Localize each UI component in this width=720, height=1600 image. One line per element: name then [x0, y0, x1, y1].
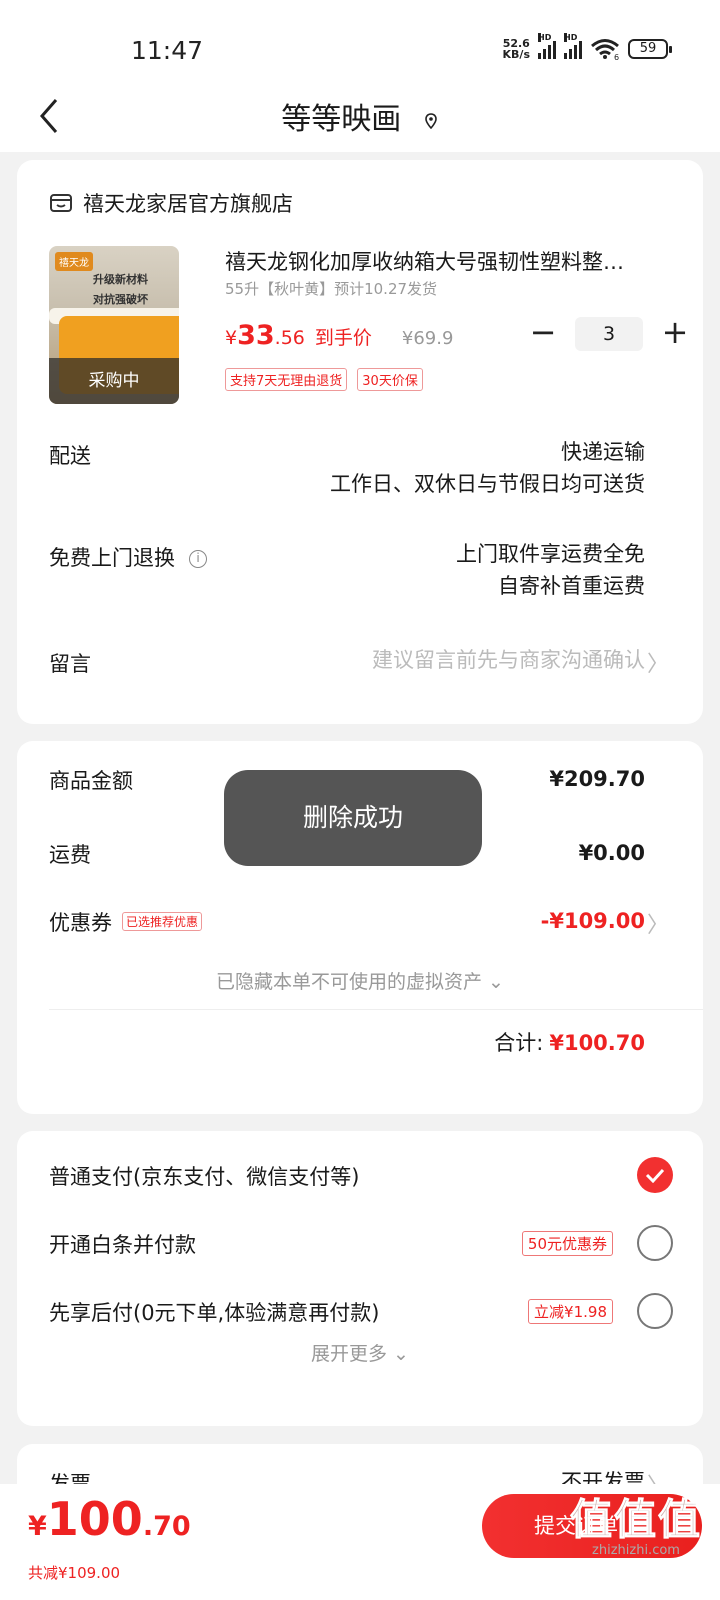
payment-option-normal[interactable]: 普通支付(京东支付、微信支付等) — [49, 1161, 359, 1191]
purchasing-overlay: 采购中 — [49, 358, 179, 404]
decrease-button[interactable]: − — [523, 316, 563, 352]
service-tags: 支持7天无理由退货 30天价保 — [225, 368, 423, 391]
status-bar: 11:47 52.6 KB/s HD HD 6 59 — [0, 0, 720, 80]
product-card: 禧天龙家居官方旗舰店 禧天龙 升级新材料 对抗强破坏 采购中 禧天龙钢化加厚收纳… — [17, 160, 703, 724]
original-price: ¥69.9 — [401, 328, 454, 349]
location-pin-icon — [424, 112, 437, 129]
product-price: ¥ 33 .56 到手价 ¥69.9 — [225, 320, 454, 351]
status-time: 11:47 — [131, 36, 204, 65]
signal-icon-2: HD — [564, 33, 582, 59]
expand-more-button[interactable]: 展开更多 ⌄ — [17, 1339, 703, 1366]
shipping-value: ¥0.00 — [578, 841, 645, 865]
return-tag: 支持7天无理由退货 — [225, 368, 348, 391]
product-spec[interactable]: 55升【秋叶黄】预计10.27发货 — [225, 278, 437, 299]
message-input[interactable]: 建议留言前先与商家沟通确认 — [372, 644, 645, 676]
product-slogan: 升级新材料 对抗强破坏 — [93, 273, 148, 306]
radio-unchecked-icon[interactable] — [637, 1293, 673, 1329]
quantity-input[interactable]: 3 — [575, 317, 643, 351]
order-total: 合计: ¥100.70 — [494, 1031, 645, 1055]
divider — [49, 1009, 703, 1010]
status-icons: 52.6 KB/s HD HD 6 59 — [502, 33, 672, 61]
radio-unchecked-icon[interactable] — [637, 1225, 673, 1261]
goods-amount-value: ¥209.70 — [549, 767, 645, 791]
payable-amount: ¥ 100 .70 — [28, 1492, 191, 1546]
shop-name: 禧天龙家居官方旗舰店 — [83, 192, 293, 216]
paylater-discount-tag: 立减¥1.98 — [528, 1299, 613, 1324]
quantity-stepper: − 3 + — [523, 316, 695, 352]
shipping-label: 运费 — [49, 843, 91, 867]
payment-option-baitiao[interactable]: 开通白条并付款 — [49, 1229, 196, 1259]
radio-checked-icon[interactable] — [637, 1157, 673, 1193]
payment-option-paylater[interactable]: 先享后付(0元下单,体验满意再付款) — [49, 1297, 379, 1327]
total-saved: 共减¥109.00 — [28, 1564, 121, 1582]
delivery-label: 配送 — [49, 444, 91, 468]
increase-button[interactable]: + — [655, 316, 695, 352]
svg-text:6: 6 — [614, 53, 619, 60]
coupon-label[interactable]: 优惠券 已选推荐优惠 — [49, 907, 203, 937]
shop-icon — [50, 194, 72, 212]
wifi-icon: 6 — [591, 39, 619, 60]
goods-amount-label: 商品金额 — [49, 769, 133, 793]
price-protect-tag: 30天价保 — [357, 368, 423, 391]
baitiao-coupon-tag: 50元优惠券 — [521, 1231, 613, 1256]
checkout-bar: ¥ 100 .70 共减¥109.00 提交订单 值值值 zhizhizhi.c… — [0, 1484, 720, 1600]
brand-logo: 禧天龙 — [55, 252, 93, 271]
network-speed: 52.6 KB/s — [502, 37, 530, 61]
site-watermark: 值值值 zhizhizhi.com — [569, 1495, 702, 1559]
info-icon[interactable]: i — [189, 550, 207, 568]
product-title[interactable]: 禧天龙钢化加厚收纳箱大号强韧性塑料整… — [225, 246, 669, 276]
final-price-label: 到手价 — [314, 327, 372, 349]
battery-icon: 59 — [628, 39, 672, 59]
toast-message: 删除成功 — [224, 770, 482, 866]
delivery-value[interactable]: 快递运输 工作日、双休日与节假日均可送货 — [330, 436, 645, 500]
hidden-assets-toggle[interactable]: 已隐藏本单不可使用的虚拟资产 ⌄ — [17, 967, 703, 994]
shop-header[interactable]: 禧天龙家居官方旗舰店 — [49, 188, 293, 218]
returns-value: 上门取件享运费全免 自寄补首重运费 — [456, 542, 645, 598]
payment-card: 普通支付(京东支付、微信支付等) 开通白条并付款 50元优惠券 先享后付(0元下… — [17, 1131, 703, 1426]
chevron-right-icon: 〉 — [646, 913, 669, 938]
message-label: 留言 — [49, 652, 91, 676]
coupon-recommended-tag: 已选推荐优惠 — [122, 912, 203, 931]
signal-icon: HD — [538, 33, 556, 59]
returns-label: 免费上门退换 i — [49, 542, 207, 572]
nav-bar: 等等映画 — [0, 80, 720, 152]
product-image[interactable]: 禧天龙 升级新材料 对抗强破坏 采购中 — [49, 246, 179, 404]
chevron-right-icon: 〉 — [646, 652, 669, 677]
page-title[interactable]: 等等映画 — [0, 94, 720, 138]
coupon-value[interactable]: -¥109.00 — [541, 909, 645, 933]
